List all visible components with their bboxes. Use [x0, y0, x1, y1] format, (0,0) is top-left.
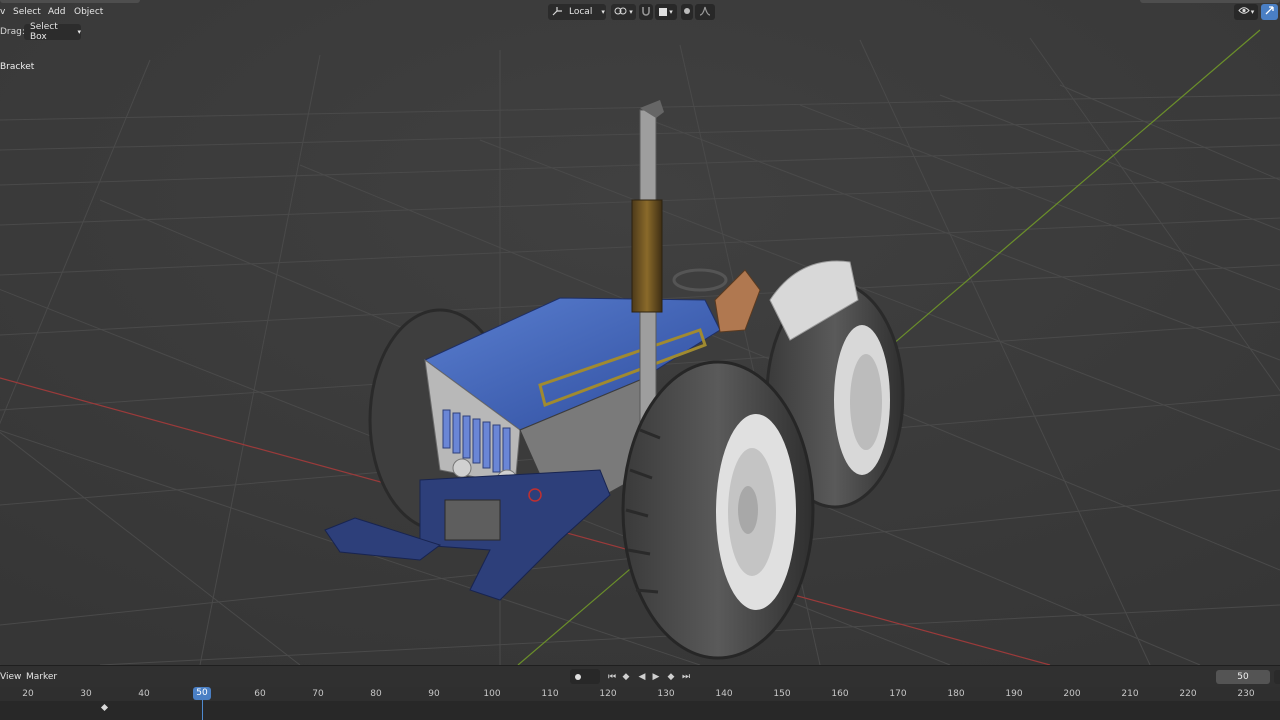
keyframe-marker[interactable]: [100, 703, 109, 712]
visibility-dropdown[interactable]: ▾: [1234, 4, 1258, 20]
frame-tick: 140: [715, 689, 733, 699]
chevron-down-icon: ▾: [601, 7, 605, 16]
transform-orientation-dropdown[interactable]: Local ▾: [548, 4, 606, 20]
playhead-frame-badge[interactable]: 50: [193, 687, 211, 700]
proportional-edit-icon: [683, 7, 691, 18]
frame-tick: 160: [831, 689, 849, 699]
frame-tick: 210: [1121, 689, 1139, 699]
viewport-header: v Select Add Object Local ▾ ▾ ▾ ▾: [0, 0, 1280, 22]
frame-tick: 20: [22, 689, 34, 699]
frame-tick: 150: [773, 689, 791, 699]
play-icon[interactable]: ▶: [650, 671, 662, 683]
frame-tick: 90: [428, 689, 440, 699]
frame-tick: 130: [657, 689, 675, 699]
chevron-down-icon: ▾: [669, 7, 673, 16]
snap-increment-icon: [659, 8, 668, 16]
timeline-header: View Marker ⏮ ◆ ◀ ▶ ◆ ⏭ 50: [0, 665, 1280, 687]
pivot-point-button[interactable]: ▾: [611, 4, 636, 20]
drag-label: Drag:: [0, 27, 25, 37]
frame-tick: 100: [483, 689, 501, 699]
auto-keying-toggle[interactable]: [570, 669, 600, 684]
record-icon: [575, 673, 581, 680]
transform-orientation-label: Local: [569, 7, 593, 17]
axes-icon: [552, 6, 563, 19]
pivot-icon: [614, 6, 628, 19]
snap-toggle[interactable]: [639, 4, 653, 20]
preview-range-toggle[interactable]: [1274, 670, 1280, 684]
current-frame-field[interactable]: 50: [1216, 670, 1270, 684]
frame-tick: 200: [1063, 689, 1081, 699]
play-reverse-icon[interactable]: ◀: [636, 671, 648, 683]
frame-tick: 40: [138, 689, 150, 699]
frame-tick: 60: [254, 689, 266, 699]
current-frame-field-value: 50: [1237, 672, 1249, 682]
proportional-falloff-dropdown[interactable]: [695, 4, 715, 20]
jump-end-icon[interactable]: ⏭: [680, 671, 692, 683]
frame-tick: 190: [1005, 689, 1023, 699]
frame-tick: 30: [80, 689, 92, 699]
frame-tick: 110: [541, 689, 559, 699]
eye-icon: [1238, 6, 1250, 18]
chevron-down-icon: ▾: [77, 27, 81, 36]
active-object-label: Bracket: [0, 62, 35, 72]
frame-tick: 220: [1179, 689, 1197, 699]
viewport-scene: [0, 0, 1280, 665]
workspace-tab-strip-right: [1140, 0, 1280, 3]
frame-tick: 70: [312, 689, 324, 699]
timeline-area[interactable]: 20 30 40 60 70 80 90 100 110 120 130 140…: [0, 687, 1280, 720]
frame-tick: 230: [1237, 689, 1255, 699]
snap-target-dropdown[interactable]: ▾: [655, 4, 677, 20]
gizmo-toggle[interactable]: [1261, 4, 1278, 20]
drag-select-dropdown[interactable]: Select Box ▾: [24, 22, 81, 42]
chevron-down-icon: ▾: [629, 7, 633, 16]
prev-keyframe-icon[interactable]: ◆: [620, 671, 632, 683]
frame-tick: 170: [889, 689, 907, 699]
snap-magnet-icon: [641, 6, 651, 19]
falloff-curve-icon: [699, 6, 711, 19]
jump-start-icon[interactable]: ⏮: [606, 671, 618, 683]
frame-tick: 180: [947, 689, 965, 699]
drag-select-value: Select Box: [30, 22, 58, 42]
timeline-menu-marker[interactable]: Marker: [26, 671, 57, 683]
timeline-menu-view[interactable]: View: [0, 671, 21, 683]
gizmo-icon: [1264, 5, 1275, 19]
proportional-edit-toggle[interactable]: [681, 4, 693, 20]
workspace-tab-strip: [0, 0, 140, 3]
frame-tick: 80: [370, 689, 382, 699]
view-menu-fragment[interactable]: v: [0, 6, 5, 18]
frame-ruler[interactable]: 20 30 40 60 70 80 90 100 110 120 130 140…: [0, 687, 1280, 701]
next-keyframe-icon[interactable]: ◆: [665, 671, 677, 683]
menu-select[interactable]: Select: [13, 6, 41, 18]
menu-object[interactable]: Object: [74, 6, 103, 18]
chevron-down-icon: ▾: [1250, 7, 1255, 16]
menu-add[interactable]: Add: [48, 6, 65, 18]
3d-viewport[interactable]: [0, 0, 1280, 665]
frame-tick: 120: [599, 689, 617, 699]
